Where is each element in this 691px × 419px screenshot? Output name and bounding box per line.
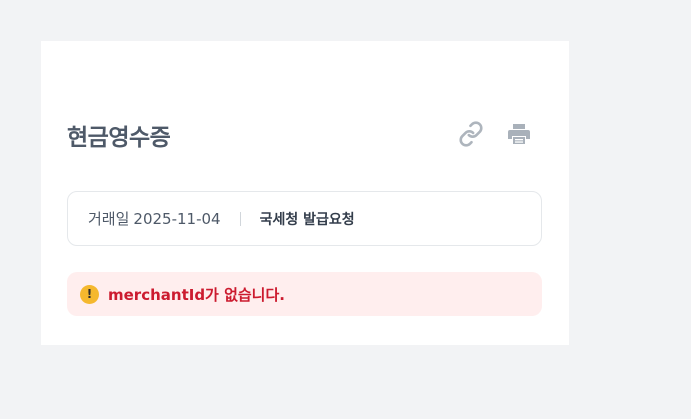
receipt-card: 현금영수증 거래일 2025-11-04 국세청 발급요청 ! merchant… [41, 41, 569, 345]
page-title: 현금영수증 [67, 125, 171, 151]
info-divider [239, 211, 241, 226]
warning-icon: ! [80, 284, 99, 304]
transaction-info-box: 거래일 2025-11-04 국세청 발급요청 [67, 191, 542, 246]
copy-link-button[interactable] [457, 120, 485, 148]
print-button[interactable] [505, 120, 533, 148]
print-icon [508, 124, 530, 144]
issue-status: 국세청 발급요청 [259, 211, 355, 228]
transaction-date-label: 거래일 [88, 210, 130, 228]
error-alert: ! merchantId가 없습니다. [67, 272, 542, 316]
transaction-date-value: 2025-11-04 [133, 209, 221, 228]
link-icon [459, 121, 483, 147]
error-message: merchantId가 없습니다. [108, 285, 285, 304]
